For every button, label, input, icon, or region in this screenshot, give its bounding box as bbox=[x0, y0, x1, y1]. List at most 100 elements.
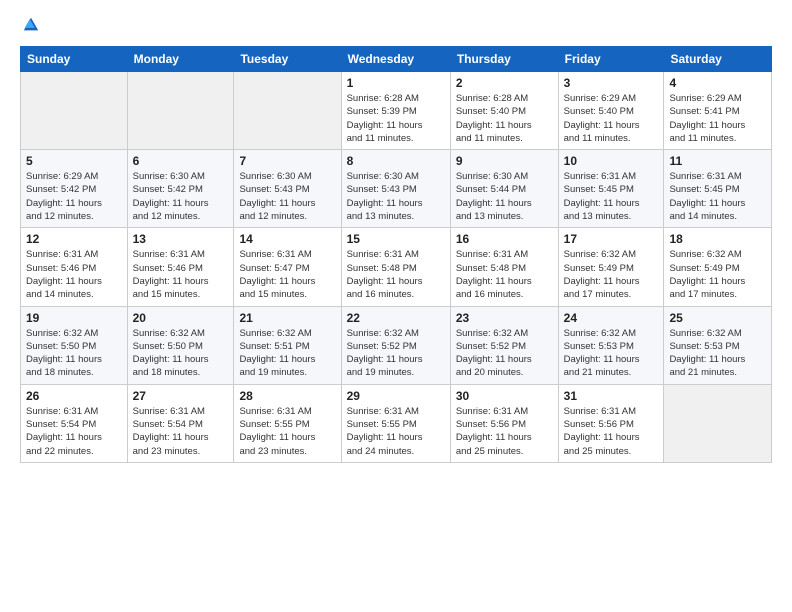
calendar-cell: 22 Sunrise: 6:32 AM Sunset: 5:52 PM Dayli… bbox=[341, 306, 450, 384]
calendar-cell bbox=[234, 72, 341, 150]
calendar-week-2: 5 Sunrise: 6:29 AM Sunset: 5:42 PM Daylig… bbox=[21, 150, 772, 228]
calendar-cell: 28 Sunrise: 6:31 AM Sunset: 5:55 PM Dayli… bbox=[234, 384, 341, 462]
day-info: Sunrise: 6:31 AM Sunset: 5:46 PM Dayligh… bbox=[133, 248, 229, 301]
calendar-cell: 17 Sunrise: 6:32 AM Sunset: 5:49 PM Dayli… bbox=[558, 228, 664, 306]
day-info: Sunrise: 6:30 AM Sunset: 5:43 PM Dayligh… bbox=[347, 170, 445, 223]
logo bbox=[20, 16, 40, 34]
calendar-cell: 1Sunrise: 6:28 AM Sunset: 5:39 PM Daylig… bbox=[341, 72, 450, 150]
day-number: 27 bbox=[133, 389, 229, 403]
calendar-cell: 3 Sunrise: 6:29 AM Sunset: 5:40 PM Daylig… bbox=[558, 72, 664, 150]
calendar-cell: 25Sunrise: 6:32 AM Sunset: 5:53 PM Dayli… bbox=[664, 306, 772, 384]
day-number: 15 bbox=[347, 232, 445, 246]
calendar-cell: 18 Sunrise: 6:32 AM Sunset: 5:49 PM Dayli… bbox=[664, 228, 772, 306]
day-info: Sunrise: 6:31 AM Sunset: 5:55 PM Dayligh… bbox=[347, 405, 445, 458]
weekday-header-monday: Monday bbox=[127, 47, 234, 72]
calendar-week-4: 19 Sunrise: 6:32 AM Sunset: 5:50 PM Dayli… bbox=[21, 306, 772, 384]
day-info: Sunrise: 6:31 AM Sunset: 5:45 PM Dayligh… bbox=[669, 170, 766, 223]
calendar-cell: 27 Sunrise: 6:31 AM Sunset: 5:54 PM Dayli… bbox=[127, 384, 234, 462]
calendar-cell bbox=[21, 72, 128, 150]
day-number: 31 bbox=[564, 389, 659, 403]
day-number: 13 bbox=[133, 232, 229, 246]
logo-icon bbox=[22, 16, 40, 34]
day-number: 9 bbox=[456, 154, 553, 168]
day-info: Sunrise: 6:30 AM Sunset: 5:42 PM Dayligh… bbox=[133, 170, 229, 223]
day-info: Sunrise: 6:31 AM Sunset: 5:55 PM Dayligh… bbox=[239, 405, 335, 458]
day-number: 3 bbox=[564, 76, 659, 90]
calendar-cell: 26Sunrise: 6:31 AM Sunset: 5:54 PM Dayli… bbox=[21, 384, 128, 462]
day-info: Sunrise: 6:31 AM Sunset: 5:54 PM Dayligh… bbox=[133, 405, 229, 458]
weekday-header-friday: Friday bbox=[558, 47, 664, 72]
day-number: 11 bbox=[669, 154, 766, 168]
calendar-cell: 19 Sunrise: 6:32 AM Sunset: 5:50 PM Dayli… bbox=[21, 306, 128, 384]
day-number: 29 bbox=[347, 389, 445, 403]
day-info: Sunrise: 6:28 AM Sunset: 5:40 PM Dayligh… bbox=[456, 92, 553, 145]
day-info: Sunrise: 6:32 AM Sunset: 5:49 PM Dayligh… bbox=[564, 248, 659, 301]
calendar-cell: 7Sunrise: 6:30 AM Sunset: 5:43 PM Daylig… bbox=[234, 150, 341, 228]
header bbox=[20, 16, 772, 34]
day-number: 7 bbox=[239, 154, 335, 168]
calendar-cell: 30Sunrise: 6:31 AM Sunset: 5:56 PM Dayli… bbox=[450, 384, 558, 462]
calendar-week-3: 12 Sunrise: 6:31 AM Sunset: 5:46 PM Dayli… bbox=[21, 228, 772, 306]
calendar-cell: 2 Sunrise: 6:28 AM Sunset: 5:40 PM Daylig… bbox=[450, 72, 558, 150]
calendar-cell: 6 Sunrise: 6:30 AM Sunset: 5:42 PM Daylig… bbox=[127, 150, 234, 228]
day-number: 5 bbox=[26, 154, 122, 168]
day-number: 8 bbox=[347, 154, 445, 168]
calendar-cell: 10 Sunrise: 6:31 AM Sunset: 5:45 PM Dayli… bbox=[558, 150, 664, 228]
day-number: 20 bbox=[133, 311, 229, 325]
day-info: Sunrise: 6:31 AM Sunset: 5:45 PM Dayligh… bbox=[564, 170, 659, 223]
day-info: Sunrise: 6:31 AM Sunset: 5:47 PM Dayligh… bbox=[239, 248, 335, 301]
day-info: Sunrise: 6:29 AM Sunset: 5:41 PM Dayligh… bbox=[669, 92, 766, 145]
day-info: Sunrise: 6:32 AM Sunset: 5:52 PM Dayligh… bbox=[347, 327, 445, 380]
calendar-cell: 16 Sunrise: 6:31 AM Sunset: 5:48 PM Dayli… bbox=[450, 228, 558, 306]
calendar-cell: 4 Sunrise: 6:29 AM Sunset: 5:41 PM Daylig… bbox=[664, 72, 772, 150]
calendar-cell: 29 Sunrise: 6:31 AM Sunset: 5:55 PM Dayli… bbox=[341, 384, 450, 462]
calendar-cell: 12Sunrise: 6:31 AM Sunset: 5:46 PM Dayli… bbox=[21, 228, 128, 306]
calendar-body: 1Sunrise: 6:28 AM Sunset: 5:39 PM Daylig… bbox=[21, 72, 772, 463]
day-info: Sunrise: 6:32 AM Sunset: 5:50 PM Dayligh… bbox=[26, 327, 122, 380]
weekday-header-saturday: Saturday bbox=[664, 47, 772, 72]
calendar-cell bbox=[127, 72, 234, 150]
day-info: Sunrise: 6:32 AM Sunset: 5:51 PM Dayligh… bbox=[239, 327, 335, 380]
day-info: Sunrise: 6:29 AM Sunset: 5:40 PM Dayligh… bbox=[564, 92, 659, 145]
day-number: 24 bbox=[564, 311, 659, 325]
calendar-cell: 31 Sunrise: 6:31 AM Sunset: 5:56 PM Dayli… bbox=[558, 384, 664, 462]
day-info: Sunrise: 6:31 AM Sunset: 5:48 PM Dayligh… bbox=[347, 248, 445, 301]
day-number: 28 bbox=[239, 389, 335, 403]
calendar-cell: 24 Sunrise: 6:32 AM Sunset: 5:53 PM Dayli… bbox=[558, 306, 664, 384]
day-number: 21 bbox=[239, 311, 335, 325]
day-number: 18 bbox=[669, 232, 766, 246]
day-number: 10 bbox=[564, 154, 659, 168]
calendar-cell: 23Sunrise: 6:32 AM Sunset: 5:52 PM Dayli… bbox=[450, 306, 558, 384]
day-info: Sunrise: 6:28 AM Sunset: 5:39 PM Dayligh… bbox=[347, 92, 445, 145]
calendar-header-row: SundayMondayTuesdayWednesdayThursdayFrid… bbox=[21, 47, 772, 72]
day-info: Sunrise: 6:32 AM Sunset: 5:52 PM Dayligh… bbox=[456, 327, 553, 380]
page: SundayMondayTuesdayWednesdayThursdayFrid… bbox=[0, 0, 792, 612]
day-info: Sunrise: 6:31 AM Sunset: 5:48 PM Dayligh… bbox=[456, 248, 553, 301]
calendar-cell: 21 Sunrise: 6:32 AM Sunset: 5:51 PM Dayli… bbox=[234, 306, 341, 384]
day-info: Sunrise: 6:32 AM Sunset: 5:53 PM Dayligh… bbox=[564, 327, 659, 380]
day-number: 12 bbox=[26, 232, 122, 246]
day-number: 16 bbox=[456, 232, 553, 246]
calendar-cell: 5 Sunrise: 6:29 AM Sunset: 5:42 PM Daylig… bbox=[21, 150, 128, 228]
day-info: Sunrise: 6:31 AM Sunset: 5:56 PM Dayligh… bbox=[564, 405, 659, 458]
calendar-cell: 13 Sunrise: 6:31 AM Sunset: 5:46 PM Dayli… bbox=[127, 228, 234, 306]
day-number: 4 bbox=[669, 76, 766, 90]
day-info: Sunrise: 6:32 AM Sunset: 5:53 PM Dayligh… bbox=[669, 327, 766, 380]
day-number: 2 bbox=[456, 76, 553, 90]
day-number: 19 bbox=[26, 311, 122, 325]
weekday-header-tuesday: Tuesday bbox=[234, 47, 341, 72]
day-info: Sunrise: 6:29 AM Sunset: 5:42 PM Dayligh… bbox=[26, 170, 122, 223]
day-number: 14 bbox=[239, 232, 335, 246]
day-info: Sunrise: 6:32 AM Sunset: 5:49 PM Dayligh… bbox=[669, 248, 766, 301]
calendar-cell: 9 Sunrise: 6:30 AM Sunset: 5:44 PM Daylig… bbox=[450, 150, 558, 228]
day-number: 22 bbox=[347, 311, 445, 325]
calendar-cell: 14 Sunrise: 6:31 AM Sunset: 5:47 PM Dayli… bbox=[234, 228, 341, 306]
day-info: Sunrise: 6:30 AM Sunset: 5:44 PM Dayligh… bbox=[456, 170, 553, 223]
calendar-cell: 11 Sunrise: 6:31 AM Sunset: 5:45 PM Dayli… bbox=[664, 150, 772, 228]
day-number: 17 bbox=[564, 232, 659, 246]
calendar-cell bbox=[664, 384, 772, 462]
day-info: Sunrise: 6:31 AM Sunset: 5:56 PM Dayligh… bbox=[456, 405, 553, 458]
day-number: 6 bbox=[133, 154, 229, 168]
calendar-week-1: 1Sunrise: 6:28 AM Sunset: 5:39 PM Daylig… bbox=[21, 72, 772, 150]
calendar-cell: 20Sunrise: 6:32 AM Sunset: 5:50 PM Dayli… bbox=[127, 306, 234, 384]
